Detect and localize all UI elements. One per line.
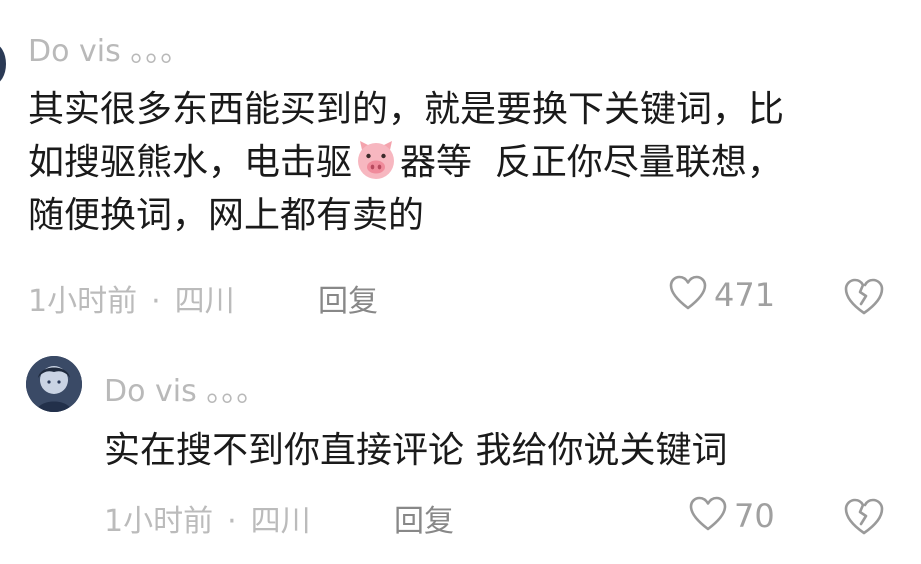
like-count: 471 xyxy=(714,276,776,314)
comment-meta: 1小时前 · 四川 xyxy=(104,496,311,540)
meta-separator: · xyxy=(227,504,237,539)
like-count: 70 xyxy=(734,497,775,535)
comment-text: 实在搜不到你直接评论 我给你说关键词 xyxy=(104,430,728,471)
comment-text: 其实很多东西能买到的，就是要换下关键词，比 如搜驱熊水，电击驱 器等 反正你尽量… xyxy=(28,83,908,242)
avatar[interactable] xyxy=(0,44,6,84)
broken-heart-icon xyxy=(842,498,886,541)
reply-button[interactable]: 回复 xyxy=(394,496,454,540)
comment-meta: 1小时前 · 四川 xyxy=(28,276,235,320)
heart-icon xyxy=(668,273,708,317)
broken-heart-icon xyxy=(842,278,886,321)
comment-location: 四川 xyxy=(174,284,235,319)
comment-item: Do vis 。。。 实在搜不到你直接评论 我给你说关键词 1小时前 · 四川 回复… xyxy=(0,340,921,564)
comment-location: 四川 xyxy=(250,504,311,539)
comment-item: Do vis 。。。 其实很多东西能买到的，就是要换下关键词，比 如搜驱熊水，电… xyxy=(0,0,921,330)
meta-separator: · xyxy=(151,284,161,319)
dislike-button[interactable] xyxy=(842,275,886,321)
like-button[interactable]: 471 xyxy=(668,273,775,317)
comment-username[interactable]: Do vis 。。。 xyxy=(28,26,190,70)
comment-username[interactable]: Do vis 。。。 xyxy=(104,366,266,410)
dislike-button[interactable] xyxy=(842,495,886,541)
like-button[interactable]: 70 xyxy=(688,494,775,538)
comment-time: 1小时前 xyxy=(28,284,138,319)
avatar[interactable] xyxy=(26,356,82,412)
pig-face-emoji-icon xyxy=(354,138,398,182)
heart-icon xyxy=(688,494,728,538)
comment-time: 1小时前 xyxy=(104,504,214,539)
reply-button[interactable]: 回复 xyxy=(318,276,378,320)
